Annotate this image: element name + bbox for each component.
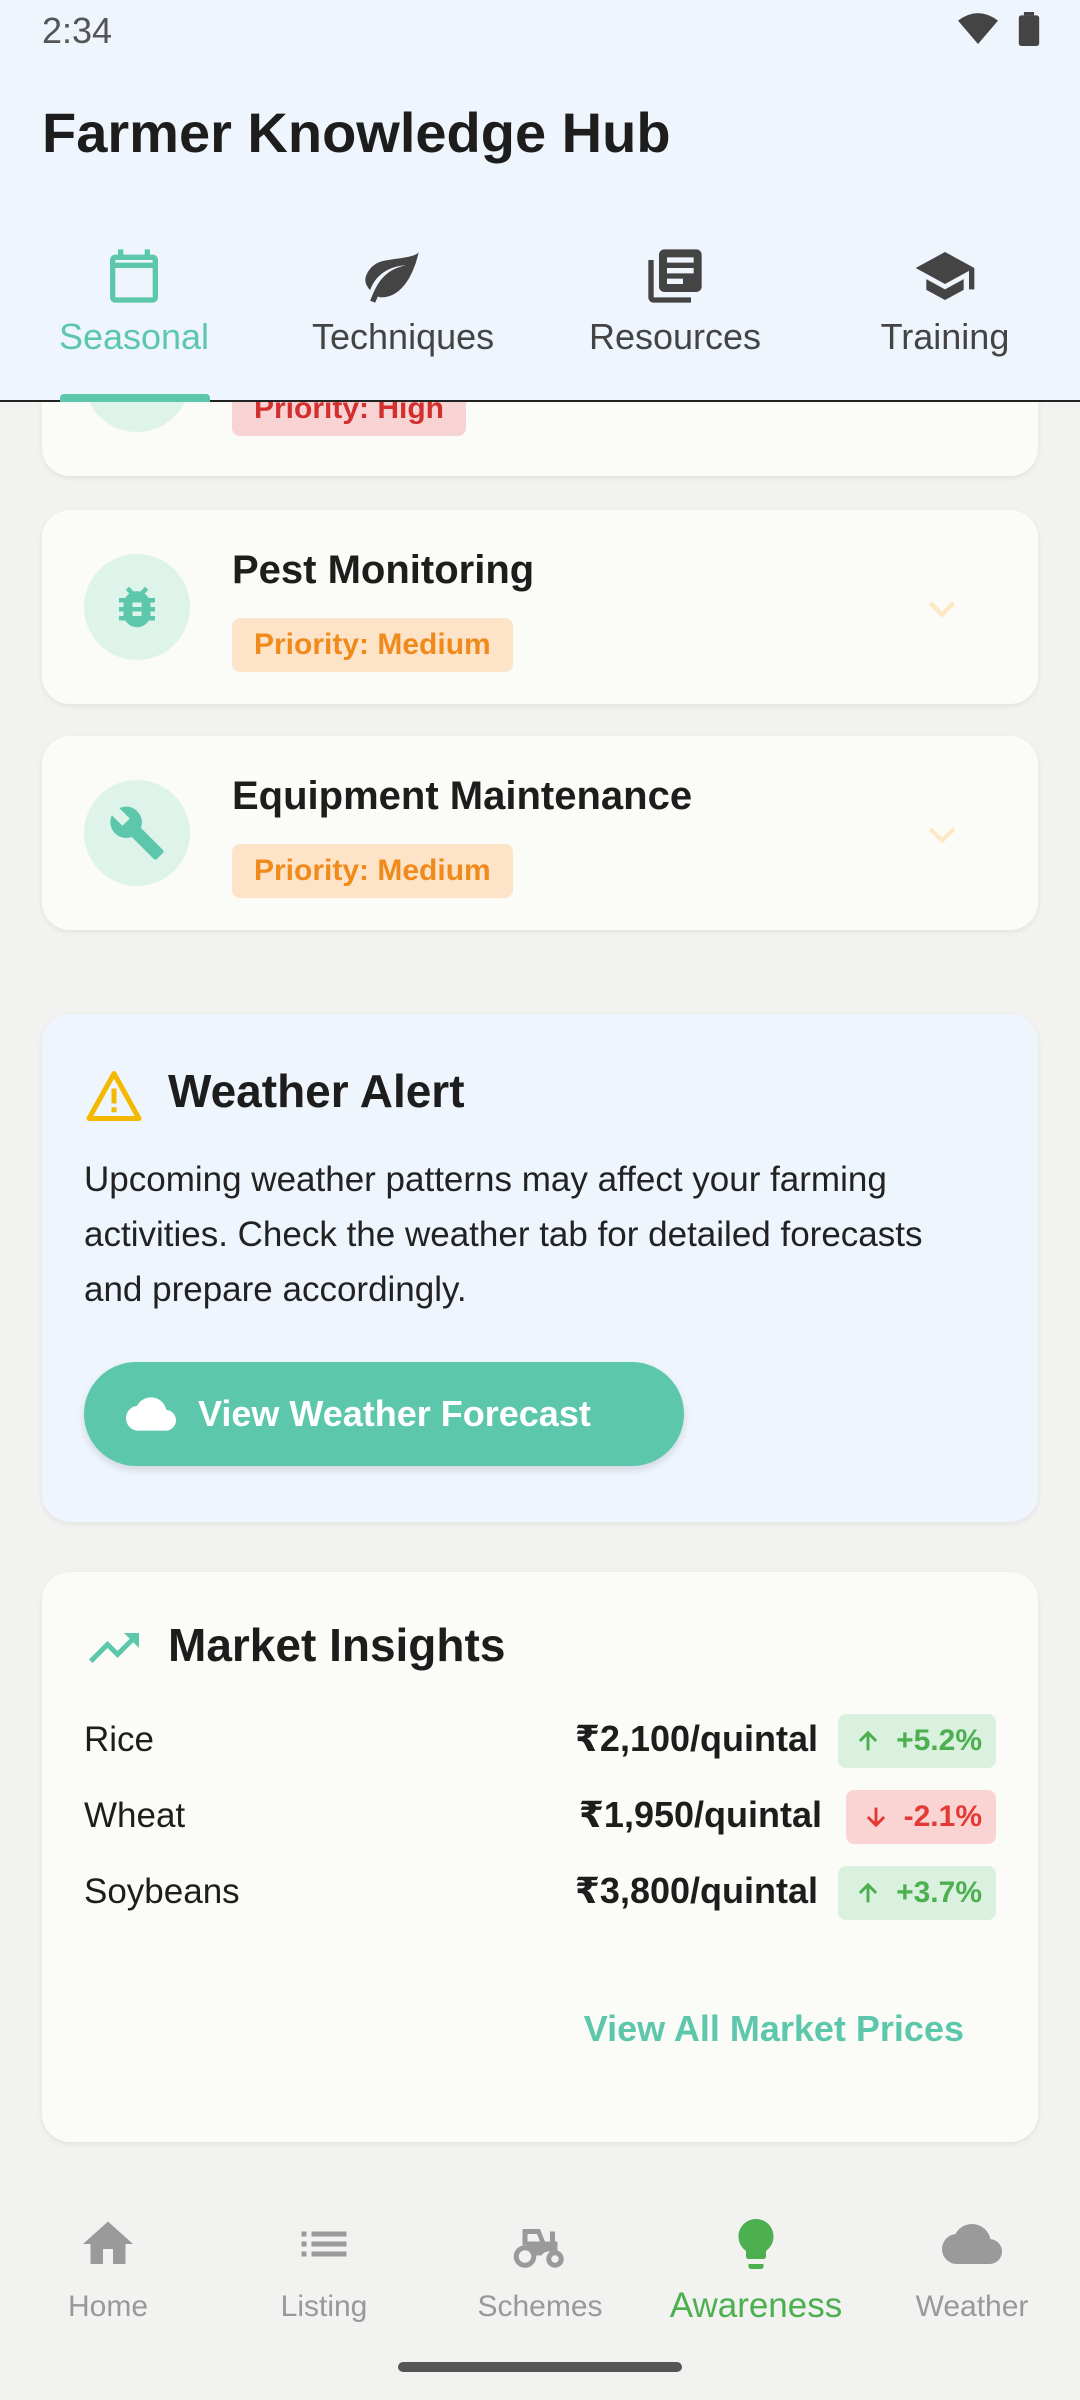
tab-techniques[interactable]: Techniques — [284, 232, 500, 402]
page-title: Farmer Knowledge Hub — [42, 101, 671, 164]
market-row-wheat: Wheat ₹1,950/quintal -2.1% — [84, 1790, 996, 1846]
app-header: 2:34 Farmer Knowledge Hub Seasonal Techn… — [0, 0, 1080, 402]
button-label: View Weather Forecast — [198, 1393, 591, 1434]
market-row-rice: Rice ₹2,100/quintal +5.2% — [84, 1714, 996, 1770]
view-weather-forecast-button[interactable]: View Weather Forecast — [84, 1362, 684, 1466]
nav-weather[interactable]: Weather — [864, 2204, 1080, 2344]
list-icon — [301, 2231, 347, 2257]
tab-resources[interactable]: Resources — [555, 232, 795, 402]
crop-name: Soybeans — [84, 1872, 240, 1911]
priority-badge: Priority: Medium — [232, 844, 513, 898]
task-card[interactable]: Priority: High — [42, 402, 1038, 476]
arrow-up-icon — [858, 1730, 878, 1751]
crop-name: Rice — [84, 1720, 155, 1759]
change-value: +3.7% — [896, 1876, 982, 1909]
task-card-pest-monitoring[interactable]: Pest Monitoring Priority: Medium — [42, 510, 1038, 704]
tab-bar: Seasonal Techniques Resources Training — [0, 232, 1080, 402]
weather-alert-text: Upcoming weather patterns may affect you… — [84, 1160, 923, 1309]
crop-price: ₹1,950/quintal — [578, 1794, 822, 1835]
change-value: -2.1% — [903, 1800, 982, 1833]
tab-seasonal[interactable]: Seasonal — [14, 232, 254, 402]
tab-label: Resources — [588, 316, 762, 357]
price-change-badge: +3.7% — [838, 1866, 996, 1920]
status-time: 2:34 — [42, 10, 113, 51]
battery-icon — [1018, 12, 1040, 46]
tab-label: Seasonal — [58, 316, 210, 357]
nav-listing[interactable]: Listing — [216, 2204, 432, 2344]
nav-schemes[interactable]: Schemes — [432, 2204, 648, 2344]
task-icon — [84, 402, 190, 432]
tab-training[interactable]: Training — [825, 232, 1065, 402]
market-insights-card: Market Insights Rice ₹2,100/quintal +5.2… — [42, 1572, 1038, 2142]
nav-label: Weather — [915, 2290, 1029, 2323]
calendar-icon — [110, 249, 158, 303]
wifi-icon — [958, 13, 998, 44]
content-scroll[interactable]: Priority: High Pest Monitoring Priority:… — [0, 402, 1080, 2182]
chevron-down-icon[interactable] — [922, 588, 962, 628]
arrow-down-icon — [866, 1807, 885, 1828]
price-change-badge: -2.1% — [845, 1790, 996, 1844]
leaf-icon — [365, 252, 419, 303]
library-books-icon — [648, 249, 702, 303]
active-tab-indicator — [60, 394, 210, 402]
arrow-up-icon — [858, 1882, 878, 1903]
market-insights-title: Market Insights — [168, 1619, 506, 1671]
weather-alert-card: Weather Alert Upcoming weather patterns … — [42, 1014, 1038, 1522]
nav-home[interactable]: Home — [0, 2204, 216, 2344]
warning-icon — [86, 1071, 142, 1121]
change-value: +5.2% — [896, 1724, 982, 1757]
priority-badge: Priority: High — [232, 402, 467, 436]
chevron-down-icon[interactable] — [922, 814, 962, 854]
tab-label: Training — [880, 316, 1010, 357]
cloud-icon — [126, 1397, 176, 1431]
school-icon — [915, 252, 975, 300]
view-all-market-prices-link[interactable]: View All Market Prices — [584, 2008, 964, 2050]
weather-alert-title: Weather Alert — [168, 1065, 465, 1117]
market-row-soybeans: Soybeans ₹3,800/quintal +3.7% — [84, 1866, 996, 1922]
task-title: Pest Monitoring — [232, 548, 535, 592]
home-icon — [83, 2221, 133, 2264]
nav-label: Listing — [280, 2290, 368, 2323]
nav-awareness[interactable]: Awareness — [648, 2204, 864, 2344]
status-icons — [958, 12, 1040, 46]
crop-price: ₹3,800/quintal — [574, 1870, 818, 1911]
task-title: Equipment Maintenance — [232, 774, 693, 818]
trending-up-icon — [89, 1633, 139, 1663]
nav-label: Home — [67, 2290, 149, 2323]
price-change-badge: +5.2% — [838, 1714, 996, 1768]
tractor-icon — [513, 2229, 564, 2268]
crop-name: Wheat — [84, 1796, 186, 1835]
nav-label: Schemes — [477, 2290, 603, 2323]
lightbulb-icon — [738, 2219, 774, 2269]
crop-price: ₹2,100/quintal — [574, 1718, 818, 1759]
gesture-home-bar[interactable] — [398, 2362, 682, 2372]
tab-label: Techniques — [312, 316, 495, 357]
task-card-equipment-maintenance[interactable]: Equipment Maintenance Priority: Medium — [42, 736, 1038, 930]
nav-label: Awareness — [669, 2286, 843, 2325]
wrench-icon — [84, 780, 190, 886]
priority-badge: Priority: Medium — [232, 618, 513, 672]
cloud-icon — [942, 2224, 1002, 2264]
bug-icon — [84, 554, 190, 660]
